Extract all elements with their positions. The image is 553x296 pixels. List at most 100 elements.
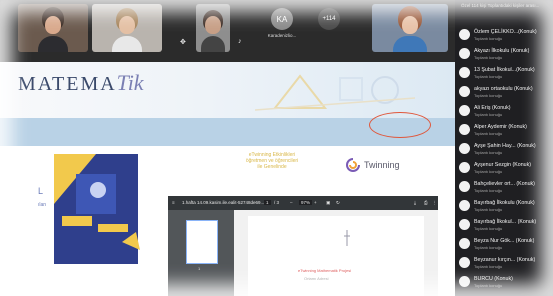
- participant-avatar: [459, 86, 470, 97]
- participant-row[interactable]: Ayşenur Sezgin (Konuk) Toplantı konuğu: [459, 161, 551, 176]
- video-tile[interactable]: [372, 4, 448, 52]
- participant-role: Toplantı konuğu: [474, 74, 503, 79]
- more-participants-count: +114: [318, 8, 340, 30]
- participant-row[interactable]: Beyza Nur Gök... (Konuk) Toplantı konuğu: [459, 237, 551, 252]
- participant-name: Beyzanur kırçın... (Konuk): [474, 257, 536, 263]
- logo-main: MATEMA: [18, 73, 117, 95]
- participant-avatar: [459, 276, 470, 287]
- participant-avatar: [459, 143, 470, 154]
- participant-name: Özlem ÇELİKKO...(Konuk): [474, 29, 537, 35]
- avatar-tile[interactable]: KA Karadenizlio...: [258, 4, 306, 52]
- fit-page-icon[interactable]: ▣: [326, 200, 330, 206]
- video-tile[interactable]: [92, 4, 162, 52]
- rotate-icon[interactable]: ↻: [336, 200, 340, 206]
- participant-row[interactable]: Ayşe Şahin Hay... (Konuk) Toplantı konuğu: [459, 142, 551, 157]
- participant-name: akyazı ortaokulu (Konuk): [474, 86, 533, 92]
- avatar-name: Karadenizlio...: [267, 33, 297, 38]
- menu-icon[interactable]: ≡: [172, 200, 175, 205]
- participant-role: Toplantı konuğu: [474, 264, 503, 269]
- panel-header: Özel 114 kişi Toplantıdaki kişiler arası…: [461, 3, 540, 8]
- participant-role: Toplantı konuğu: [474, 150, 503, 155]
- promo-poster[interactable]: L ılan: [36, 154, 146, 274]
- participant-name: Ali Eriş (Konuk): [474, 105, 511, 111]
- more-icon[interactable]: ⋮: [432, 200, 437, 206]
- participant-role: Toplantı konuğu: [474, 36, 503, 41]
- page-illustration: [344, 230, 350, 246]
- zoom-out-icon[interactable]: –: [290, 200, 293, 205]
- zoom-in-icon[interactable]: +: [314, 200, 317, 205]
- participant-avatar: [459, 67, 470, 78]
- page-input[interactable]: 1: [264, 200, 271, 205]
- participant-row[interactable]: 13 Şubat İlkokul...(Konuk) Toplantı konuğ…: [459, 66, 551, 81]
- participant-row[interactable]: Alper Aydemir (Konuk) Toplantı konuğu: [459, 123, 551, 138]
- pdf-page: eTwinning Mathematik Projesi Ortamı Adre…: [248, 216, 424, 296]
- pdf-viewer: ≡ 1.hafta 14.09.kasim.ile.ealit-52748de6…: [168, 196, 438, 296]
- highlight-annotation: [369, 112, 431, 138]
- site-logo[interactable]: MATEMATik: [18, 70, 144, 96]
- etwinning-logo-icon: [346, 158, 360, 172]
- video-strip: ✥ ♪ KA Karadenizlio... +114: [0, 0, 455, 62]
- shared-screen: MATEMATik L ılan eTwinning Etkinlikleri …: [0, 62, 455, 296]
- participant-name: Akyazı İlkokulu (Konuk): [474, 48, 530, 54]
- participant-role: Toplantı konuğu: [474, 207, 503, 212]
- zoom-level[interactable]: 97%: [299, 200, 313, 205]
- header-illustration: [255, 74, 415, 111]
- participant-video: [38, 16, 68, 52]
- download-icon[interactable]: ⤓: [414, 200, 416, 205]
- participant-video: [201, 16, 225, 52]
- participant-role: Toplantı konuğu: [474, 112, 503, 117]
- print-icon[interactable]: ⎙: [424, 200, 428, 205]
- pdf-page-title: eTwinning Mathematik Projesi: [298, 268, 352, 273]
- participant-name: BURCU (Konuk): [474, 276, 513, 282]
- thumbnail-number: 1: [198, 266, 201, 271]
- participant-avatar: [459, 105, 470, 116]
- pin-icon[interactable]: ✥: [180, 38, 186, 46]
- participant-name: Bayırbağ İlkokul... (Konuk): [474, 219, 537, 225]
- participant-name: Alper Aydemir (Konuk): [474, 124, 527, 130]
- participant-role: Toplantı konuğu: [474, 283, 503, 288]
- avatar: KA: [271, 8, 293, 30]
- participant-avatar: [459, 200, 470, 211]
- participant-video: [112, 16, 142, 52]
- participant-role: Toplantı konuğu: [474, 226, 503, 231]
- participant-row[interactable]: BURCU (Konuk) Toplantı konuğu: [459, 275, 551, 290]
- participant-role: Toplantı konuğu: [474, 131, 503, 136]
- participant-avatar: [459, 219, 470, 230]
- video-tile[interactable]: [196, 4, 230, 52]
- participant-row[interactable]: Beyzanur kırçın... (Konuk) Toplantı konuğ…: [459, 256, 551, 271]
- participant-role: Toplantı konuğu: [474, 188, 503, 193]
- twinning-label: Twinning: [364, 160, 400, 170]
- svg-text:ılan: ılan: [38, 202, 46, 208]
- logo-tik: Tik: [116, 70, 144, 95]
- participant-avatar: [459, 238, 470, 249]
- video-tile[interactable]: [18, 4, 88, 52]
- participant-avatar: [459, 181, 470, 192]
- participant-avatar: [459, 257, 470, 268]
- mic-icon[interactable]: ♪: [238, 38, 242, 45]
- participant-name: Ayşe Şahin Hay... (Konuk): [474, 143, 536, 149]
- page-total: / 3: [274, 200, 280, 205]
- participant-row[interactable]: Özlem ÇELİKKO...(Konuk) Toplantı konuğu: [459, 28, 551, 43]
- pdf-thumbnail[interactable]: [186, 220, 218, 264]
- pdf-thumbnails: 1: [168, 210, 234, 296]
- participant-row[interactable]: Bahçelievler ort... (Konuk) Toplantı konu…: [459, 180, 551, 195]
- pdf-toolbar: ≡ 1.hafta 14.09.kasim.ile.ealit-52748de6…: [168, 196, 438, 210]
- pdf-filename: 1.hafta 14.09.kasim.ile.ealit-52748de69.…: [182, 200, 265, 205]
- participant-name: Ayşenur Sezgin (Konuk): [474, 162, 532, 168]
- site-content: L ılan eTwinning Etkinlikleri öğretmen v…: [0, 146, 455, 296]
- participant-row[interactable]: Bayırbağ İlkokul... (Konuk) Toplantı konu…: [459, 218, 551, 233]
- participant-name: Beyza Nur Gök... (Konuk): [474, 238, 535, 244]
- participant-role: Toplantı konuğu: [474, 55, 503, 60]
- participant-role: Toplantı konuğu: [474, 245, 503, 250]
- participants-panel: Özel 114 kişi Toplantıdaki kişiler arası…: [455, 0, 553, 296]
- participant-row[interactable]: Ali Eriş (Konuk) Toplantı konuğu: [459, 104, 551, 119]
- participant-role: Toplantı konuğu: [474, 93, 503, 98]
- participant-row[interactable]: Bayırbağ İlkokulu (Konuk) Toplantı konuğu: [459, 199, 551, 214]
- pdf-page-meta: Ortamı Adresi: [304, 276, 329, 281]
- participant-name: 13 Şubat İlkokul...(Konuk): [474, 67, 535, 73]
- participant-row[interactable]: akyazı ortaokulu (Konuk) Toplantı konuğu: [459, 85, 551, 100]
- participant-row[interactable]: Akyazı İlkokulu (Konuk) Toplantı konuğu: [459, 47, 551, 62]
- site-header: MATEMATik: [0, 62, 455, 118]
- more-participants-tile[interactable]: +114: [305, 4, 353, 52]
- announcement-text: eTwinning Etkinlikleri öğretmen ve öğren…: [245, 152, 299, 170]
